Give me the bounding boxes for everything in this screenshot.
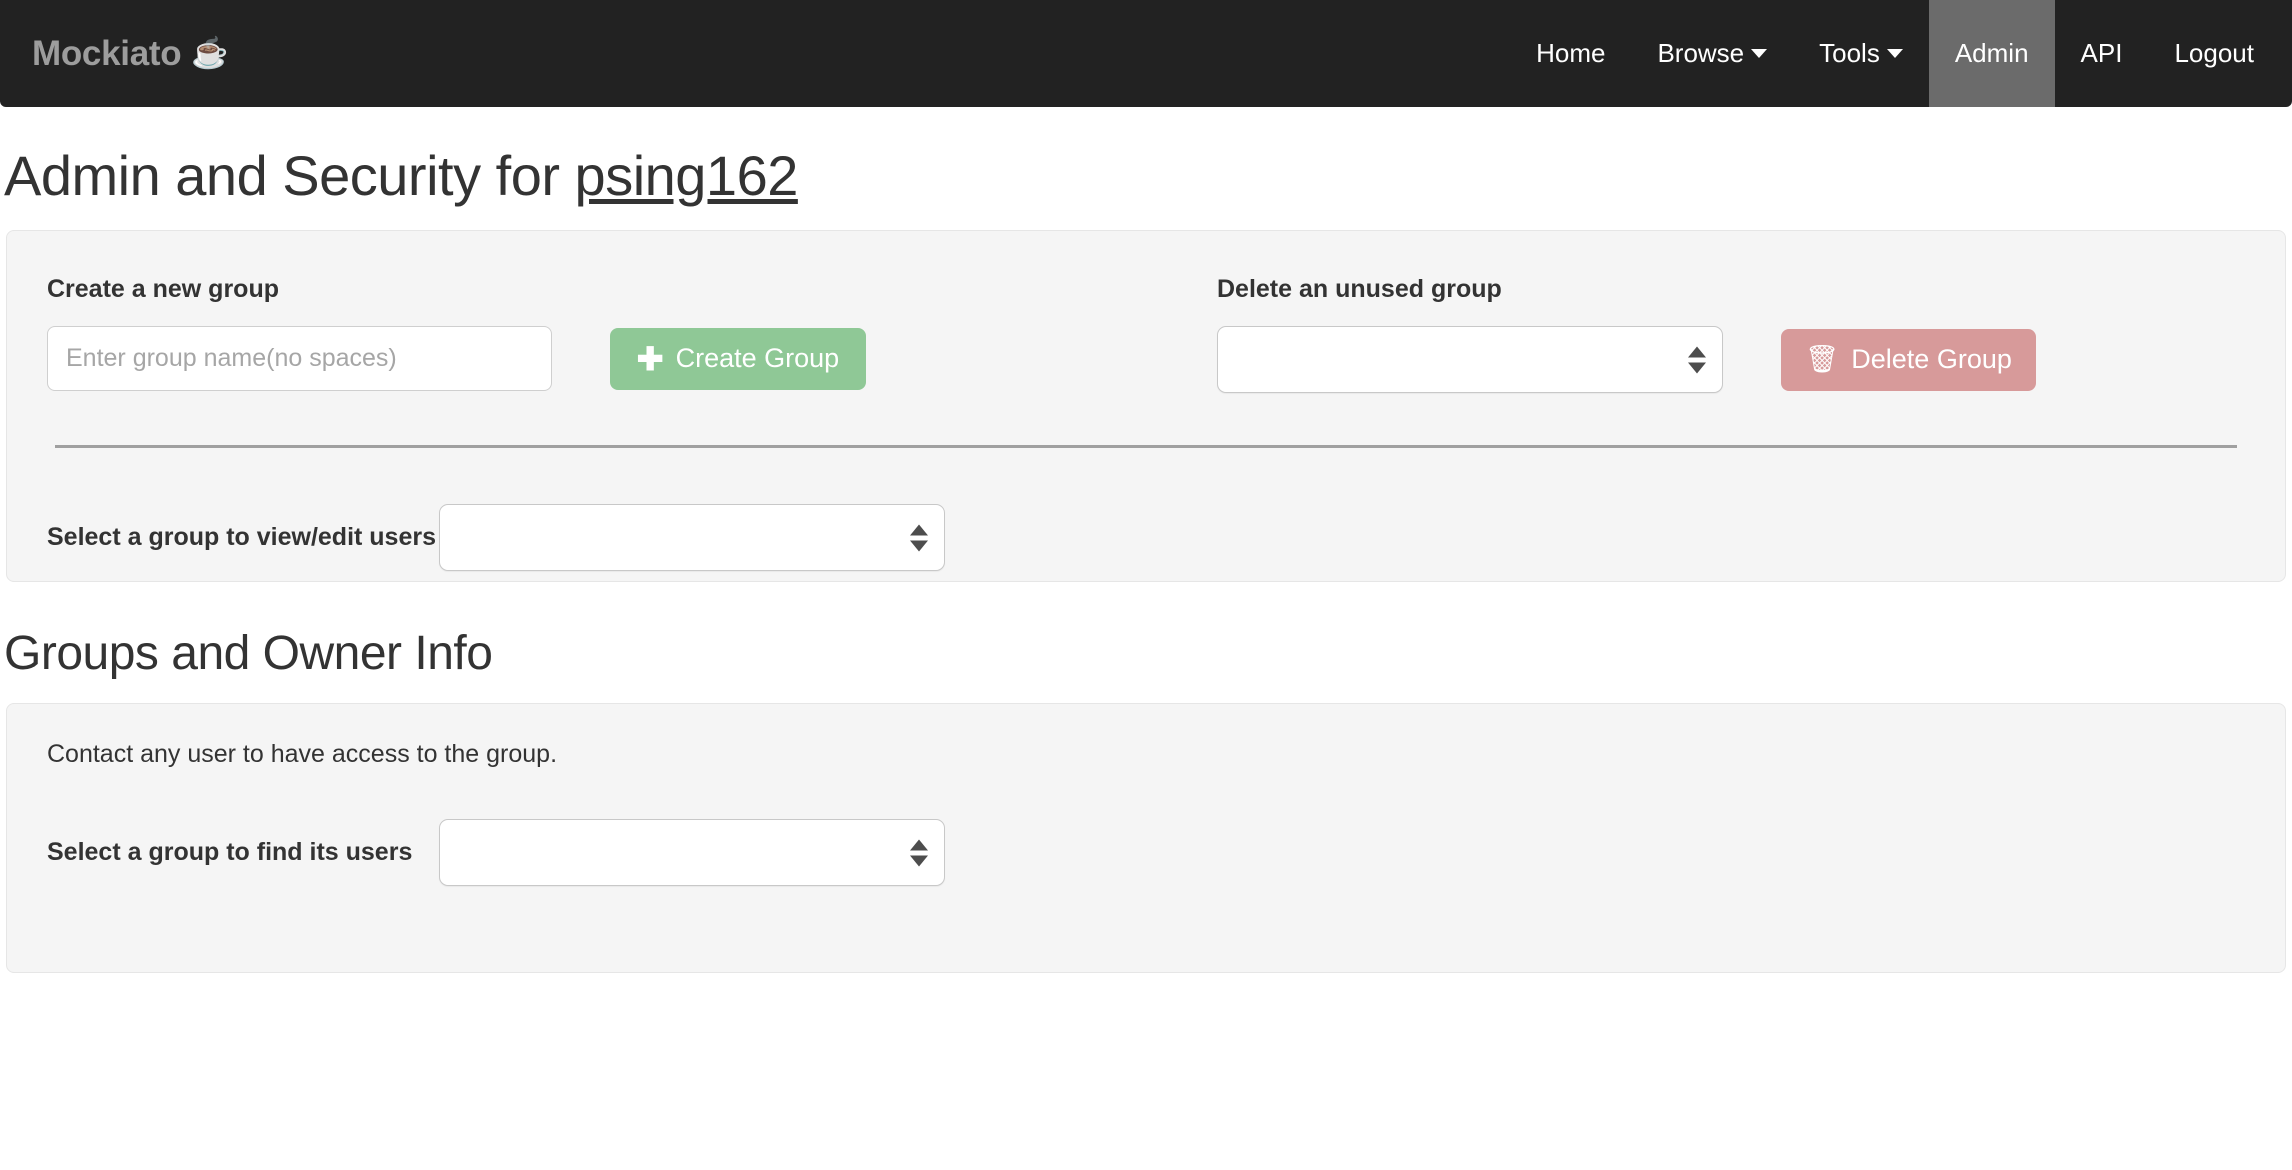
find-users-label: Select a group to find its users (47, 838, 413, 866)
nav-item-label: API (2080, 38, 2123, 68)
view-edit-users-select[interactable] (439, 504, 945, 571)
delete-group-controls: 🗑 Delete Group (1217, 326, 2245, 393)
nav-item-api[interactable]: API (2055, 0, 2149, 107)
top-navbar: Mockiato ☕ Home Browse Tools Admin API L… (0, 0, 2292, 107)
select-stepper-arrows-icon (910, 524, 928, 551)
select-stepper-arrows-icon (910, 839, 928, 866)
group-actions-row: Create a new group ✚ Create Group Delete… (47, 275, 2245, 393)
arrow-down-icon (910, 540, 928, 551)
delete-group-button-label: Delete Group (1851, 344, 2012, 374)
groups-owner-info-heading: Groups and Owner Info (4, 627, 493, 680)
page-title-prefix: Admin and Security for (4, 144, 575, 207)
create-group-button[interactable]: ✚ Create Group (610, 327, 866, 390)
chevron-down-icon (1751, 49, 1768, 58)
brand-logo[interactable]: Mockiato ☕ (32, 33, 229, 74)
view-edit-users-row: Select a group to view/edit users (47, 504, 2245, 571)
nav-item-admin[interactable]: Admin (1928, 0, 2055, 107)
trash-icon: 🗑 (1805, 344, 1840, 374)
delete-group-heading: Delete an unused group (1217, 275, 1502, 303)
delete-group-select[interactable] (1217, 326, 1723, 393)
page-title: Admin and Security for psing162 (0, 107, 2292, 208)
panel-divider (55, 445, 2237, 448)
admin-security-panel: Create a new group ✚ Create Group Delete… (6, 230, 2286, 582)
create-group-heading: Create a new group (47, 275, 279, 303)
find-users-select[interactable] (439, 819, 945, 886)
find-users-row: Select a group to find its users (47, 819, 2245, 886)
group-name-input[interactable] (47, 326, 552, 391)
nav-item-label: Admin (1954, 38, 2029, 68)
view-edit-users-label: Select a group to view/edit users (47, 523, 437, 551)
nav-links: Home Browse Tools Admin API Logout (1510, 0, 2280, 107)
nav-item-tools[interactable]: Tools (1793, 0, 1929, 107)
delete-group-column: Delete an unused group 🗑 Delete Group (1217, 275, 2245, 393)
nav-item-label: Logout (2174, 38, 2254, 68)
arrow-down-icon (1688, 362, 1706, 373)
nav-item-browse[interactable]: Browse (1631, 0, 1793, 107)
groups-owner-info-panel: Contact any user to have access to the g… (6, 703, 2286, 973)
arrow-down-icon (910, 855, 928, 866)
nav-item-logout[interactable]: Logout (2148, 0, 2280, 107)
create-group-column: Create a new group ✚ Create Group (47, 275, 1217, 393)
arrow-up-icon (910, 839, 928, 850)
arrow-up-icon (910, 524, 928, 535)
page-title-username: psing162 (574, 144, 799, 207)
delete-group-button[interactable]: 🗑 Delete Group (1781, 328, 2036, 391)
nav-item-label: Tools (1819, 38, 1880, 68)
brand-name: Mockiato (32, 33, 182, 73)
create-group-button-label: Create Group (675, 343, 840, 373)
create-group-controls: ✚ Create Group (47, 326, 1217, 391)
nav-item-home[interactable]: Home (1510, 0, 1631, 107)
arrow-up-icon (1688, 346, 1706, 357)
nav-item-label: Home (1536, 38, 1606, 68)
select-stepper-arrows-icon (1688, 346, 1706, 373)
groups-panel-note: Contact any user to have access to the g… (47, 740, 558, 768)
coffee-cup-icon: ☕ (191, 37, 229, 70)
plus-icon: ✚ (636, 340, 664, 377)
nav-item-label: Browse (1657, 38, 1745, 68)
chevron-down-icon (1886, 49, 1903, 58)
